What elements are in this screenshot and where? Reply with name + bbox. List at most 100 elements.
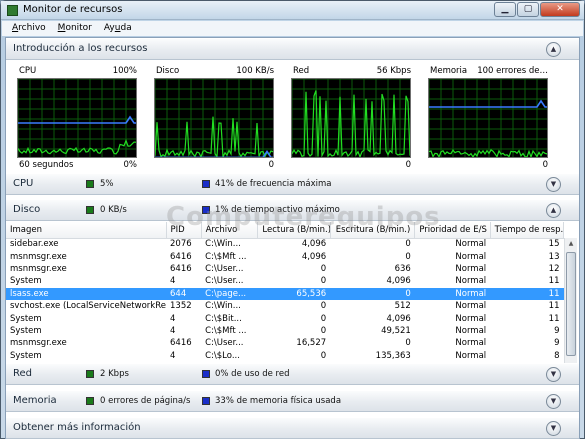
window-title: Monitor de recursos xyxy=(23,4,123,15)
cpu-header[interactable]: CPU 5% 41% de frecuencia máxima ▼ xyxy=(6,173,579,195)
table-cell: 0 xyxy=(405,251,411,262)
table-cell: 4,096 xyxy=(301,251,327,262)
table-cell: C:\$Bit... xyxy=(205,313,242,324)
network-usage-detail: 0% de uso de red xyxy=(215,369,290,379)
scroll-thumb[interactable] xyxy=(566,252,576,356)
graph-time-span: 60 segundos xyxy=(19,160,74,170)
menu-bar: Archivo Monitor Ayuda xyxy=(2,21,583,36)
more-info-header[interactable]: Obtener más información ▼ xyxy=(6,417,579,439)
table-row[interactable]: System 4 C:\$Lo... 0 135,363 Normal 8 xyxy=(6,350,564,362)
menu-ayuda[interactable]: Ayuda xyxy=(104,21,132,36)
table-body: sidebar.exe 2076 C:\Win... 4,096 0 Normal 15 ms… xyxy=(6,238,564,362)
disk-header[interactable]: Disco 0 KB/s 1% de tiempo activo máximo … xyxy=(6,199,579,221)
cpu-freq-detail: 41% de frecuencia máxima xyxy=(215,179,332,189)
expand-down-icon[interactable]: ▼ xyxy=(546,421,561,436)
table-cell: C:\Win... xyxy=(205,301,241,312)
table-cell: System xyxy=(10,276,42,287)
table-row[interactable]: lsass.exe 644 C:\page... 65,536 0 Normal 11 xyxy=(6,287,564,300)
graph-min-label: 0 xyxy=(405,160,411,170)
menu-archivo[interactable]: Archivo xyxy=(12,21,46,36)
table-row[interactable]: msnmsgr.exe 6416 C:\$Mft ... 4,096 0 Normal 13 xyxy=(6,250,564,262)
table-cell: msnmsgr.exe xyxy=(10,338,67,349)
cpu-title: CPU xyxy=(13,178,34,189)
column-header[interactable]: PID xyxy=(166,222,202,239)
table-cell: System xyxy=(10,325,42,336)
table-row[interactable]: System 4 C:\User... 0 4,096 Normal 11 xyxy=(6,275,564,287)
collapse-up-icon[interactable]: ▲ xyxy=(546,203,561,218)
table-row[interactable]: System 4 C:\$Mft ... 0 49,521 Normal 9 xyxy=(6,325,564,337)
memory-faults-value: 0 errores de página/s xyxy=(100,396,191,406)
menu-monitor[interactable]: Monitor xyxy=(58,21,92,36)
table-cell: Normal xyxy=(455,325,487,336)
table-cell: msnmsgr.exe xyxy=(10,263,67,274)
column-header[interactable]: Escritura (B/min.) xyxy=(330,222,416,239)
table-cell: 65,536 xyxy=(257,287,331,300)
graph-max-label: 100% xyxy=(112,66,137,76)
graph-max-label: 100 KB/s xyxy=(236,66,274,76)
table-row[interactable]: msnmsgr.exe 6416 C:\User... 16,527 0 Normal 9 xyxy=(6,337,564,349)
disk-active-swatch xyxy=(202,206,210,214)
expand-down-icon[interactable]: ▼ xyxy=(546,394,561,409)
expand-down-icon[interactable]: ▼ xyxy=(546,367,561,382)
cpu-freq-swatch xyxy=(202,180,210,188)
title-bar[interactable]: Monitor de recursos ▁ ▢ ✕ xyxy=(1,1,584,20)
column-header[interactable]: Imagen xyxy=(6,222,167,239)
network-traffic-value: 2 Kbps xyxy=(100,369,129,379)
graph-min-label: 0% xyxy=(123,160,138,170)
disk-table: Imagen PID Archivo Lectura (B/min.) Escritur… xyxy=(6,222,565,362)
table-cell: 2076 xyxy=(170,239,192,250)
maximize-button[interactable]: ▢ xyxy=(517,2,539,17)
table-cell: 0 xyxy=(330,287,415,300)
disk-active-detail: 1% de tiempo activo máximo xyxy=(215,205,340,215)
table-cell: 0 xyxy=(320,325,327,336)
table-cell: 16,527 xyxy=(296,338,327,349)
graph-title: CPU xyxy=(19,66,37,76)
vertical-scrollbar[interactable]: ▲ xyxy=(564,238,577,363)
table-cell: 1352 xyxy=(170,301,192,312)
column-header[interactable]: Lectura (B/min.) xyxy=(257,222,331,239)
table-cell: Normal xyxy=(414,287,491,300)
table-cell: Normal xyxy=(455,239,487,250)
column-header[interactable]: Archivo xyxy=(201,222,259,239)
graph-plot xyxy=(154,78,274,158)
table-row[interactable]: sidebar.exe 2076 C:\Win... 4,096 0 Normal 15 xyxy=(6,238,564,250)
table-cell: 11 xyxy=(490,287,564,300)
network-title: Red xyxy=(13,368,32,379)
table-row[interactable]: msnmsgr.exe 6416 C:\User... 0 636 Normal 12 xyxy=(6,263,564,275)
table-cell: Normal xyxy=(455,301,487,312)
table-cell: 135,363 xyxy=(375,350,411,361)
table-row[interactable]: System 4 C:\$Bit... 0 4,096 Normal 11 xyxy=(6,312,564,324)
memory-title: Memoria xyxy=(13,395,57,406)
expand-down-icon[interactable]: ▼ xyxy=(546,177,561,192)
table-cell: 6416 xyxy=(170,338,192,349)
table-cell: 4 xyxy=(170,350,176,361)
memory-header[interactable]: Memoria 0 errores de página/s 33% de mem… xyxy=(6,390,579,412)
table-cell: 12 xyxy=(548,263,560,274)
disk-table-container: Imagen PID Archivo Lectura (B/min.) Escritur… xyxy=(6,222,579,363)
table-row[interactable]: svchost.exe (LocalServiceNetworkRest... 1… xyxy=(6,300,564,312)
column-header[interactable]: Tiempo de resp... xyxy=(490,222,565,239)
table-cell: 6416 xyxy=(170,251,192,262)
table-cell: 4 xyxy=(170,276,176,287)
collapse-up-icon[interactable]: ▲ xyxy=(546,42,561,57)
resource-monitor-window: Monitor de recursos ▁ ▢ ✕ Archivo Monito… xyxy=(0,0,585,439)
column-header[interactable]: Prioridad de E/S xyxy=(414,222,491,239)
table-cell: 49,521 xyxy=(381,325,411,336)
network-header[interactable]: Red 2 Kbps 0% de uso de red ▼ xyxy=(6,363,579,385)
minimize-button[interactable]: ▁ xyxy=(494,2,516,17)
close-button[interactable]: ✕ xyxy=(540,2,580,17)
graph-title: Red xyxy=(293,66,310,76)
table-header-row: Imagen PID Archivo Lectura (B/min.) Escritur… xyxy=(6,222,565,239)
graph-min-label: 0 xyxy=(542,160,548,170)
scroll-up-icon[interactable]: ▲ xyxy=(565,238,577,250)
main-panel: Introducción a los recursos ▲ CPU 100% 60 … xyxy=(5,37,580,439)
table-cell: 11 xyxy=(548,276,560,287)
graph-plot xyxy=(17,78,137,158)
table-cell: C:\User... xyxy=(205,276,244,287)
table-cell: 4 xyxy=(170,313,176,324)
graph-max-label: 56 Kbps xyxy=(376,66,411,76)
overview-header[interactable]: Introducción a los recursos ▲ xyxy=(6,38,579,60)
disk-title: Disco xyxy=(13,204,41,215)
table-cell: 15 xyxy=(548,239,560,250)
graph-plot xyxy=(291,78,411,158)
